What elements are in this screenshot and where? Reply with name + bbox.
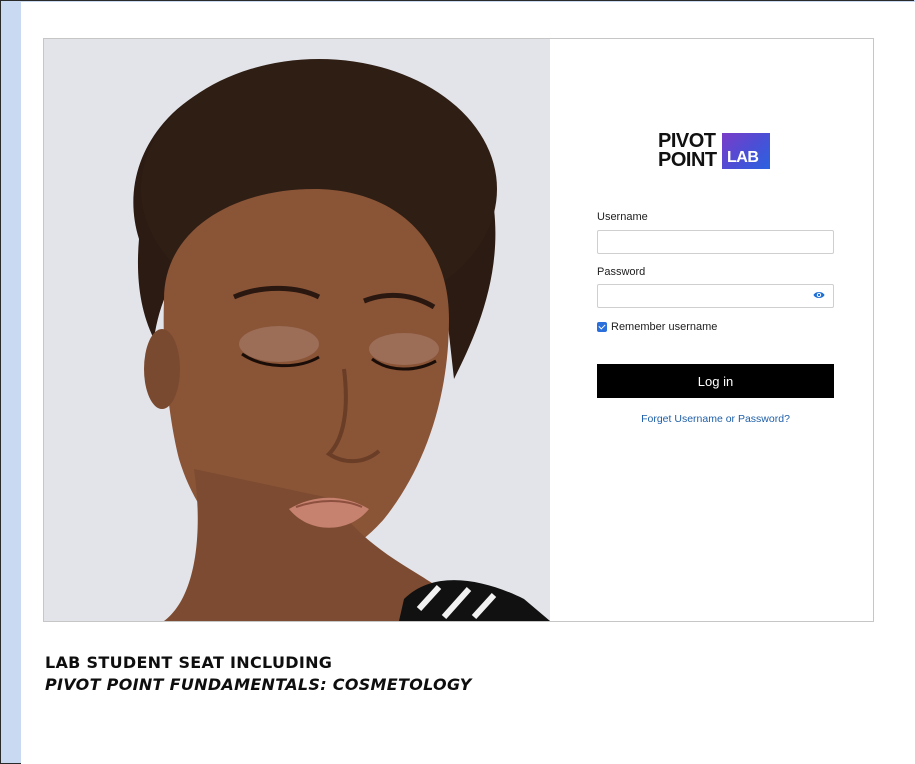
- hero-photo: [44, 39, 550, 621]
- checkbox-checked-icon[interactable]: [597, 322, 607, 332]
- forgot-credentials-link[interactable]: Forget Username or Password?: [597, 413, 834, 425]
- login-card: PIVOT POINT LAB Username Password Rememb…: [43, 38, 874, 622]
- login-button[interactable]: Log in: [597, 364, 834, 398]
- login-panel: PIVOT POINT LAB Username Password Rememb…: [550, 39, 873, 621]
- logo-lab-badge: LAB: [722, 133, 770, 169]
- caption-line-1: LAB STUDENT SEAT INCLUDING: [45, 653, 333, 672]
- logo-lab-text: LAB: [727, 149, 759, 166]
- pivot-point-lab-logo: PIVOT POINT LAB: [658, 131, 770, 171]
- logo-word-pivot: PIVOT: [658, 130, 716, 152]
- caption-line-2: PIVOT POINT FUNDAMENTALS: COSMETOLOGY: [45, 675, 472, 694]
- product-caption: LAB STUDENT SEAT INCLUDING PIVOT POINT F…: [45, 652, 472, 696]
- remember-username-label: Remember username: [611, 321, 718, 333]
- eye-icon[interactable]: [813, 290, 825, 300]
- password-input[interactable]: [597, 284, 834, 308]
- logo-word-point: POINT: [658, 149, 717, 171]
- remember-username-checkbox[interactable]: Remember username: [597, 320, 717, 334]
- password-label: Password: [597, 266, 646, 278]
- page: PIVOT POINT LAB Username Password Rememb…: [21, 2, 915, 764]
- username-input[interactable]: [597, 230, 834, 254]
- portrait-illustration: [44, 39, 550, 621]
- username-label: Username: [597, 211, 648, 223]
